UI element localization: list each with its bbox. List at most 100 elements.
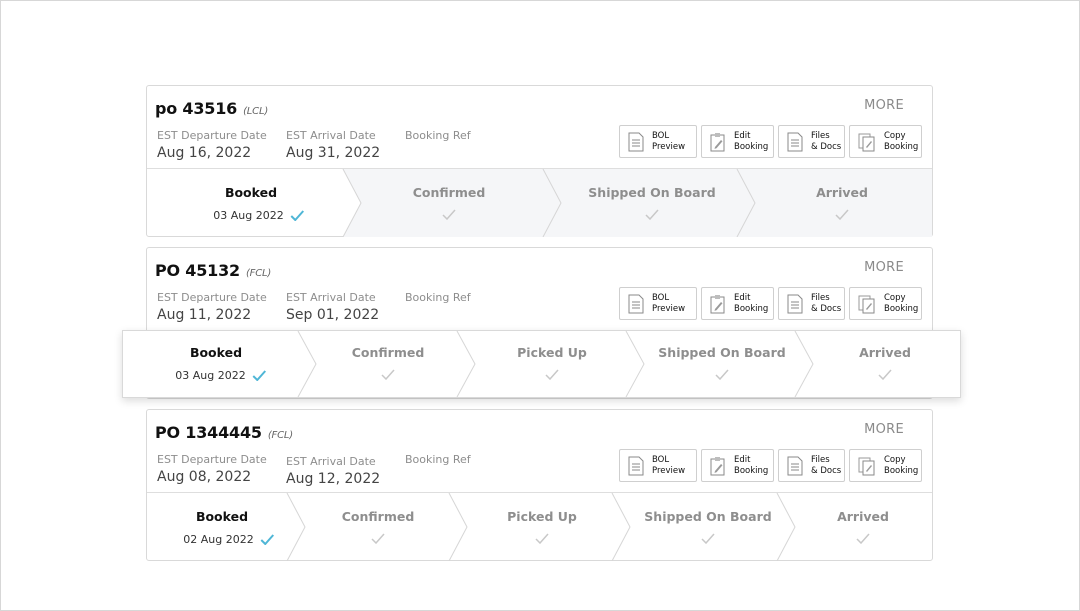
- step-picked-up: Picked Up: [517, 345, 587, 360]
- arrival-field: EST Arrival Date Aug 12, 2022: [286, 455, 380, 487]
- booking-ref-field: Booking Ref: [405, 129, 471, 145]
- po-number: PO 1344445 (FCL): [155, 423, 293, 442]
- copy-booking-button[interactable]: Copy Booking: [849, 449, 922, 482]
- edit-booking-label: Edit Booking: [734, 130, 769, 152]
- step-divider: [297, 331, 317, 397]
- copy-icon: [858, 295, 875, 313]
- step-divider: [448, 493, 468, 561]
- edit-booking-button[interactable]: Edit Booking: [701, 449, 774, 482]
- bol-preview-label: BOL Preview: [652, 130, 686, 152]
- arrival-value: Aug 12, 2022: [286, 471, 381, 487]
- check-pending-icon: [535, 533, 549, 544]
- bol-preview-button[interactable]: BOL Preview: [619, 287, 697, 320]
- po-number-text: PO 1344445: [155, 423, 262, 442]
- arrival-value: Sep 01, 2022: [286, 307, 380, 323]
- edit-booking-button[interactable]: Edit Booking: [701, 287, 774, 320]
- more-button[interactable]: MORE: [864, 260, 904, 275]
- more-button[interactable]: MORE: [864, 422, 904, 437]
- steps-background: [342, 169, 932, 237]
- files-docs-label: Files & Docs: [811, 454, 842, 476]
- booking-ref-label: Booking Ref: [405, 291, 471, 304]
- departure-label: EST Departure Date: [157, 129, 267, 142]
- shipment-card: po 43516 (LCL) MORE EST Departure Date Au…: [146, 85, 933, 237]
- copy-icon: [858, 457, 875, 475]
- po-number: po 43516 (LCL): [155, 99, 268, 118]
- document-icon: [628, 132, 644, 151]
- bol-preview-button[interactable]: BOL Preview: [619, 125, 697, 158]
- check-pending-icon: [442, 209, 456, 220]
- clipboard-edit-icon: [710, 294, 725, 313]
- departure-value: Aug 16, 2022: [157, 145, 252, 161]
- po-number-text: PO 45132: [155, 261, 240, 280]
- step-arrived: Arrived: [816, 185, 868, 200]
- step-divider: [286, 493, 306, 561]
- check-pending-icon: [715, 369, 729, 380]
- card-header: PO 45132 (FCL) MORE EST Departure Date Au…: [147, 248, 932, 330]
- action-buttons: BOL Preview Edit Booking Files & Docs Co…: [615, 287, 922, 320]
- files-docs-button[interactable]: Files & Docs: [778, 449, 845, 482]
- booked-date-text: 03 Aug 2022: [213, 209, 284, 222]
- departure-value: Aug 11, 2022: [157, 307, 252, 323]
- departure-value: Aug 08, 2022: [157, 469, 252, 485]
- arrival-label: EST Arrival Date: [286, 129, 376, 142]
- step-picked-up: Picked Up: [507, 509, 577, 524]
- step-booked: Booked: [189, 345, 243, 360]
- departure-label: EST Departure Date: [157, 291, 267, 304]
- edit-booking-button[interactable]: Edit Booking: [701, 125, 774, 158]
- files-docs-button[interactable]: Files & Docs: [778, 287, 845, 320]
- clipboard-edit-icon: [710, 456, 725, 475]
- booked-date-text: 02 Aug 2022: [183, 533, 254, 546]
- step-divider: [794, 331, 814, 397]
- progress-steps: Booked 03 Aug 2022 Confirmed Shipped On …: [147, 168, 932, 237]
- files-docs-label: Files & Docs: [811, 130, 842, 152]
- action-buttons: BOL Preview Edit Booking Files & Docs Co…: [615, 125, 922, 158]
- more-button[interactable]: MORE: [864, 98, 904, 113]
- bol-preview-button[interactable]: BOL Preview: [619, 449, 697, 482]
- step-arrived: Arrived: [837, 509, 889, 524]
- po-number-text: po 43516: [155, 99, 238, 118]
- step-shipped-on-board: Shipped On Board: [644, 509, 772, 524]
- action-buttons: BOL Preview Edit Booking Files & Docs Co…: [615, 449, 922, 482]
- files-icon: [787, 456, 803, 475]
- check-pending-icon: [545, 369, 559, 380]
- check-pending-icon: [835, 209, 849, 220]
- po-number: PO 45132 (FCL): [155, 261, 271, 280]
- shipment-type: (LCL): [243, 106, 269, 117]
- booking-ref-label: Booking Ref: [405, 129, 471, 142]
- copy-booking-button[interactable]: Copy Booking: [849, 287, 922, 320]
- step-divider: [611, 493, 631, 561]
- copy-booking-label: Copy Booking: [884, 454, 919, 476]
- booked-date-text: 03 Aug 2022: [175, 369, 246, 382]
- check-done-icon: [291, 210, 305, 221]
- check-pending-icon: [878, 369, 892, 380]
- departure-field: EST Departure Date Aug 08, 2022: [157, 453, 267, 485]
- copy-booking-button[interactable]: Copy Booking: [849, 125, 922, 158]
- document-icon: [628, 294, 644, 313]
- files-icon: [787, 132, 803, 151]
- step-divider: [456, 331, 476, 397]
- copy-booking-label: Copy Booking: [884, 292, 919, 314]
- steps-background: [297, 331, 814, 397]
- copy-booking-label: Copy Booking: [884, 130, 919, 152]
- progress-steps-hovered[interactable]: Booked 03 Aug 2022 Confirmed Picked Up S…: [122, 330, 961, 398]
- step-shipped-on-board: Shipped On Board: [658, 345, 786, 360]
- check-pending-icon: [701, 533, 715, 544]
- files-docs-button[interactable]: Files & Docs: [778, 125, 845, 158]
- step-booked-date: 03 Aug 2022: [175, 369, 267, 382]
- files-icon: [787, 294, 803, 313]
- copy-icon: [858, 133, 875, 151]
- step-booked: Booked: [224, 185, 278, 200]
- files-docs-label: Files & Docs: [811, 292, 842, 314]
- step-confirmed: Confirmed: [351, 345, 425, 360]
- step-booked-date: 02 Aug 2022: [183, 533, 275, 546]
- edit-booking-label: Edit Booking: [734, 454, 769, 476]
- step-arrived: Arrived: [859, 345, 911, 360]
- steps-background: [286, 493, 796, 561]
- progress-steps: Booked 02 Aug 2022 Confirmed Picked Up S…: [147, 492, 932, 561]
- bol-preview-label: BOL Preview: [652, 292, 686, 314]
- step-bg-pending: [343, 169, 932, 237]
- booking-ref-field: Booking Ref: [405, 291, 471, 307]
- step-confirmed: Confirmed: [412, 185, 486, 200]
- arrival-value: Aug 31, 2022: [286, 145, 381, 161]
- shipment-type: (FCL): [267, 430, 293, 441]
